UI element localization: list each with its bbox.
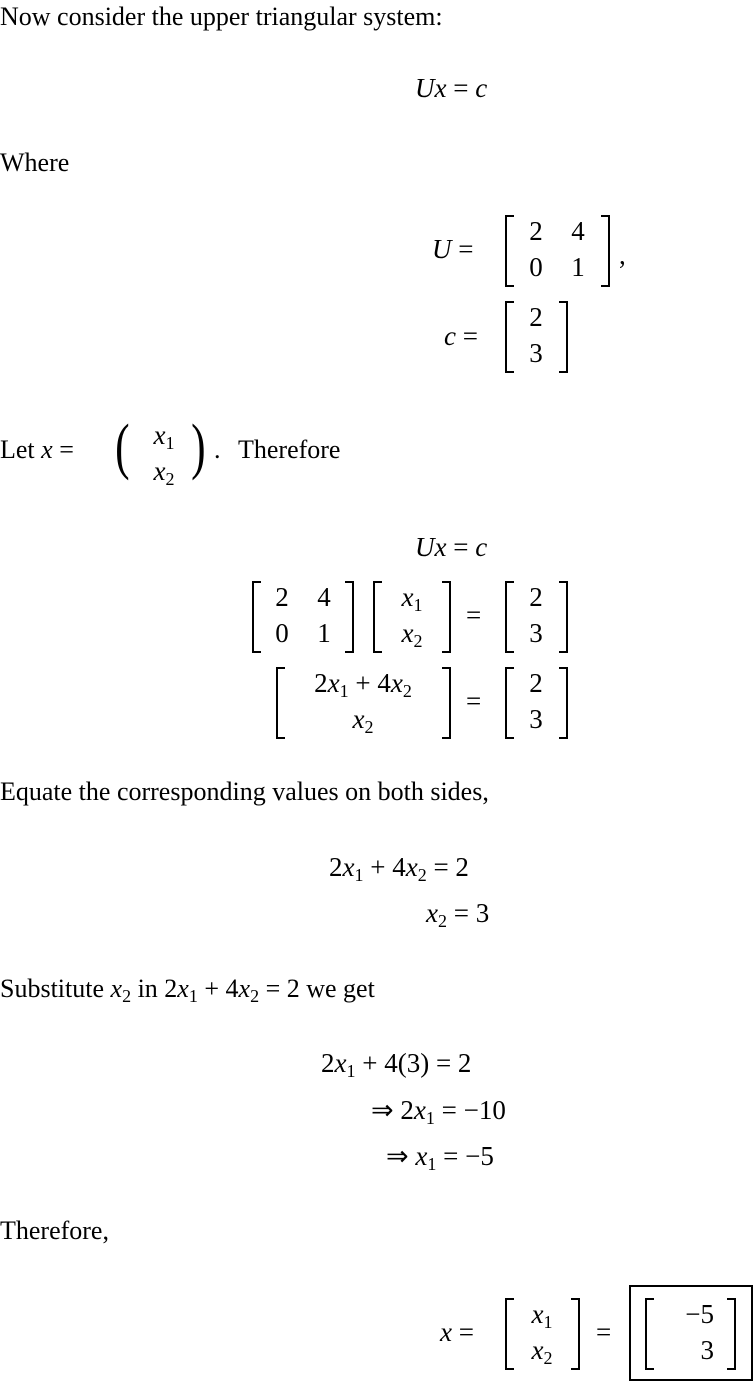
let-prefix: Let x = [0, 435, 74, 465]
u-cell: 1 [317, 618, 331, 648]
eq-rhs: c [475, 73, 488, 103]
u-cell: 4 [571, 216, 585, 246]
x-entry: x2 [153, 456, 175, 489]
u-label: U = [432, 234, 473, 264]
u-cell: 0 [275, 618, 289, 648]
u-cell: 1 [571, 252, 585, 282]
right-bracket [559, 581, 568, 653]
c-name: c [444, 321, 456, 351]
c-cell: 3 [529, 618, 543, 648]
therefore-word: Therefore [238, 435, 341, 464]
lhs-entry: x2 [352, 704, 374, 737]
right-bracket [559, 301, 568, 373]
right-bracket [559, 667, 568, 739]
therefore-text: Therefore, [0, 1216, 109, 1245]
period: . [214, 435, 221, 464]
x-entry: x1 [531, 1299, 553, 1332]
final-lhs: x = [440, 1317, 474, 1347]
left-bracket [505, 581, 514, 653]
eq-rhs: = −5 [443, 1141, 494, 1171]
eq-rhs: = 2 [433, 852, 469, 882]
left-paren: ( [115, 413, 130, 481]
equation-1: 2x1 + 4x2 = 2 [329, 852, 469, 885]
left-bracket [505, 1298, 514, 1370]
equation-ux-c: Ux = c [415, 73, 487, 103]
eq-rhs: = −10 [441, 1095, 506, 1125]
eq-sign: = [59, 435, 74, 464]
eq-sign: = [596, 1317, 612, 1347]
u-cell: 0 [529, 252, 543, 282]
solve-step-2: ⇒ 2x1 = −10 [371, 1095, 506, 1128]
x-entry: x2 [401, 618, 423, 651]
solve-step-1: 2x1 + 4(3) = 2 [321, 1048, 472, 1081]
eq-rhs: = 2 [435, 1048, 472, 1078]
x-entry: x1 [401, 582, 423, 615]
c-label: c = [444, 321, 478, 351]
lhs-entry: 2x1 + 4x2 [314, 668, 412, 701]
u-cell: 2 [275, 582, 289, 612]
let-var: x [41, 435, 53, 464]
left-bracket [505, 667, 514, 739]
eq-sign: = [458, 1317, 474, 1347]
eq-lhs: Ux [415, 73, 447, 103]
u-cell: 4 [317, 582, 331, 612]
c-cell: 2 [529, 582, 543, 612]
right-paren: ) [191, 413, 206, 481]
left-bracket [505, 215, 514, 287]
rhs-cell: 3 [529, 704, 543, 734]
final-var: x [440, 1317, 452, 1347]
right-bracket [601, 215, 610, 287]
c-cell: 3 [529, 338, 543, 368]
x-entry: x1 [153, 420, 175, 453]
eq-sign: = [466, 686, 482, 716]
we-get-text: we get [306, 974, 375, 1003]
left-bracket [505, 301, 514, 373]
eq-sign: = [462, 321, 478, 351]
right-bracket [571, 1298, 580, 1370]
eq-rhs: = 3 [453, 898, 490, 928]
substitute-text: Substitute x2 in 2x1 + 4x2 = 2 we get [0, 974, 375, 1006]
eq-sign: = [453, 73, 469, 103]
left-bracket [252, 581, 261, 653]
where-text: Where [0, 148, 70, 177]
u-cell: 2 [529, 216, 543, 246]
u-name: U [432, 234, 452, 264]
let-word: Let [0, 435, 35, 464]
equation-2: x2 = 3 [426, 898, 490, 931]
eq-sign: = [453, 532, 469, 562]
in-word: in [137, 974, 158, 1003]
right-bracket [727, 1298, 736, 1370]
eq-sign: = [458, 234, 474, 264]
comma: , [619, 240, 626, 270]
rhs-cell: 2 [529, 668, 543, 698]
x-entry: x2 [531, 1335, 553, 1368]
left-bracket [276, 667, 285, 739]
solve-step-3: ⇒ x1 = −5 [386, 1141, 494, 1174]
right-bracket [442, 581, 451, 653]
substitute-word: Substitute [0, 974, 105, 1003]
right-bracket [442, 667, 451, 739]
left-bracket [373, 581, 382, 653]
result-cell: −5 [685, 1299, 714, 1329]
left-bracket [645, 1298, 654, 1370]
result-cell: 3 [700, 1335, 715, 1365]
eq-sign: = [466, 600, 482, 630]
right-bracket [345, 581, 354, 653]
intro-text: Now consider the upper triangular system… [0, 2, 443, 31]
system-line-1: Ux = c [415, 532, 488, 562]
c-cell: 2 [529, 302, 543, 332]
eq-rhs: c [475, 532, 488, 562]
equate-text: Equate the corresponding values on both … [0, 777, 489, 806]
